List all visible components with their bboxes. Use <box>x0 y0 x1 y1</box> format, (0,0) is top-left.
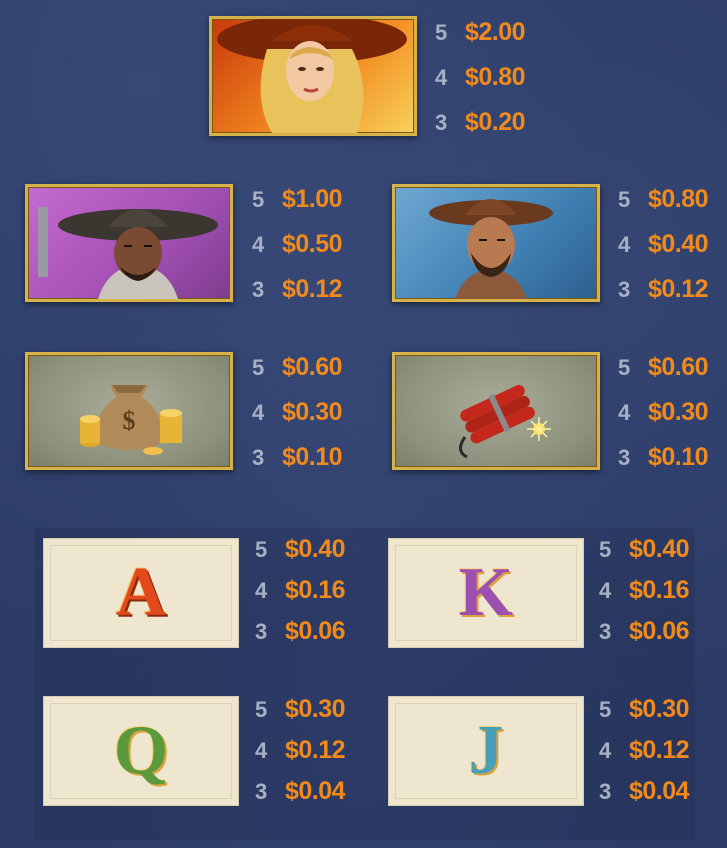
pay-count: 3 <box>252 276 265 302</box>
pay-value: $0.12 <box>648 275 709 303</box>
pay-value: $0.12 <box>285 736 346 764</box>
pay-count: 5 <box>618 186 631 212</box>
pay-value: $2.00 <box>465 18 526 46</box>
pay-value: $0.04 <box>285 777 346 805</box>
pay-value: $0.80 <box>648 185 709 213</box>
cowgirl-symbol <box>209 16 417 136</box>
cowgirl-icon <box>217 19 407 133</box>
pay-count: 3 <box>599 778 612 804</box>
pay-count: 5 <box>599 696 612 722</box>
pay-count: 4 <box>252 231 265 257</box>
paytable-q: 5 $0.30 4 $0.12 3 $0.04 <box>255 689 346 812</box>
letter-j: J <box>468 712 504 789</box>
paytable-cowboy: 5 $0.80 4 $0.40 3 $0.12 <box>618 177 709 312</box>
paytable-k: 5 $0.40 4 $0.16 3 $0.06 <box>599 529 690 652</box>
pay-value: $0.06 <box>285 617 346 645</box>
pay-count: 4 <box>599 737 612 763</box>
paytable-dynamite: 5 $0.60 4 $0.30 3 $0.10 <box>618 345 709 480</box>
pay-count: 4 <box>255 577 268 603</box>
pay-count: 3 <box>255 778 268 804</box>
pay-value: $0.20 <box>465 108 526 136</box>
pay-count: 4 <box>252 399 265 425</box>
svg-text:$: $ <box>123 406 136 435</box>
pay-count: 3 <box>618 444 631 470</box>
paytable-a: 5 $0.40 4 $0.16 3 $0.06 <box>255 529 346 652</box>
pay-value: $0.30 <box>648 398 709 426</box>
card-a-symbol: A <box>43 538 239 648</box>
cowboy-icon <box>429 199 553 299</box>
dynamite-icon <box>459 385 551 459</box>
pay-count: 4 <box>255 737 268 763</box>
dynamite-symbol <box>392 352 600 470</box>
pay-count: 3 <box>618 276 631 302</box>
pay-count: 5 <box>252 186 265 212</box>
paytable-gunslinger: 5 $1.00 4 $0.50 3 $0.12 <box>252 177 343 312</box>
pay-count: 3 <box>435 109 448 135</box>
pay-value: $0.16 <box>629 576 690 604</box>
letter-k: K <box>458 554 514 631</box>
letter-q: Q <box>113 712 169 789</box>
card-j-symbol: J <box>388 696 584 806</box>
pay-value: $0.12 <box>629 736 690 764</box>
pay-value: $0.50 <box>282 230 343 258</box>
money-bag-symbol: $ <box>25 352 233 470</box>
pay-count: 3 <box>252 444 265 470</box>
pay-count: 3 <box>599 618 612 644</box>
pay-value: $0.60 <box>282 353 343 381</box>
pay-value: $1.00 <box>282 185 343 213</box>
pay-count: 5 <box>618 354 631 380</box>
pay-value: $0.40 <box>629 535 690 563</box>
pay-count: 5 <box>252 354 265 380</box>
pay-count: 5 <box>255 536 268 562</box>
pay-count: 4 <box>435 64 448 90</box>
letter-a: A <box>115 554 167 631</box>
gunslinger-symbol <box>25 184 233 302</box>
pay-value: $0.40 <box>648 230 709 258</box>
paytable-j: 5 $0.30 4 $0.12 3 $0.04 <box>599 689 690 812</box>
paytable-money-bag: 5 $0.60 4 $0.30 3 $0.10 <box>252 345 343 480</box>
pay-count: 4 <box>618 231 631 257</box>
pay-value: $0.30 <box>629 695 690 723</box>
pay-value: $0.10 <box>282 443 343 471</box>
pay-count: 5 <box>255 696 268 722</box>
pay-value: $0.04 <box>629 777 690 805</box>
pay-value: $0.10 <box>648 443 709 471</box>
pay-value: $0.12 <box>282 275 343 303</box>
pay-value: $0.06 <box>629 617 690 645</box>
pay-count: 5 <box>599 536 612 562</box>
pay-count: 4 <box>618 399 631 425</box>
pay-value: $0.60 <box>648 353 709 381</box>
pay-value: $0.80 <box>465 63 526 91</box>
pay-value: $0.16 <box>285 576 346 604</box>
pay-count: 3 <box>255 618 268 644</box>
pay-value: $0.40 <box>285 535 346 563</box>
pay-value: $0.30 <box>285 695 346 723</box>
pay-count: 5 <box>435 19 448 45</box>
pay-value: $0.30 <box>282 398 343 426</box>
pay-count: 4 <box>599 577 612 603</box>
card-q-symbol: Q <box>43 696 239 806</box>
gunslinger-icon <box>38 207 218 299</box>
card-k-symbol: K <box>388 538 584 648</box>
paytable-cowgirl: 5 $2.00 4 $0.80 3 $0.20 <box>435 10 526 145</box>
money-bag-icon: $ <box>80 385 182 455</box>
cowboy-symbol <box>392 184 600 302</box>
